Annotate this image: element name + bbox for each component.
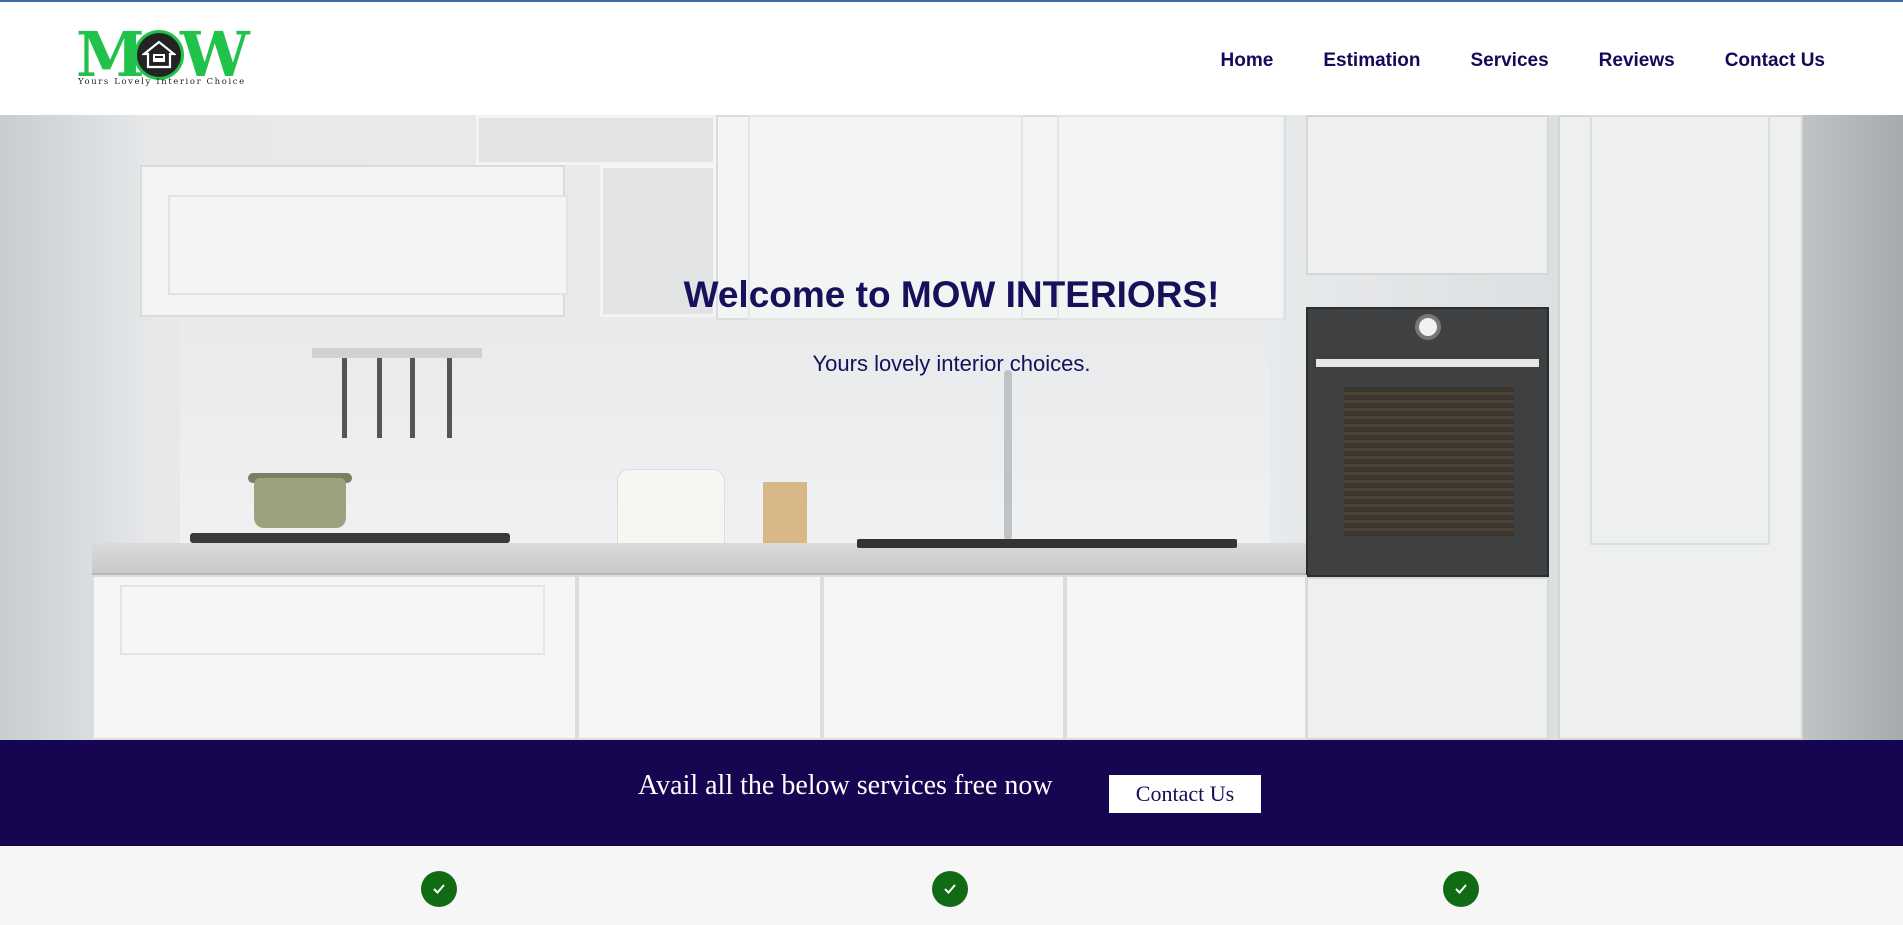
nav-reviews[interactable]: Reviews <box>1599 50 1675 72</box>
logo-letter-w: W <box>180 18 250 91</box>
cta-band: Avail all the below services free now Co… <box>0 740 1903 846</box>
cta-text: Avail all the below services free now <box>638 770 1053 801</box>
check-icon <box>1443 871 1479 907</box>
main-nav: Home Estimation Services Reviews Contact… <box>1221 50 1825 72</box>
site-header: M W Yours Lovely Interior Choice Home Es… <box>0 2 1903 115</box>
nav-estimation[interactable]: Estimation <box>1323 50 1420 72</box>
hero-subtitle: Yours lovely interior choices. <box>812 351 1091 376</box>
check-icon <box>421 871 457 907</box>
logo-tagline: Yours Lovely Interior Choice <box>78 77 246 87</box>
logo-letter-m: M <box>76 18 145 91</box>
mow-logo[interactable]: M W Yours Lovely Interior Choice <box>76 18 251 91</box>
house-icon <box>134 30 184 80</box>
check-icon <box>932 871 968 907</box>
nav-contact-us[interactable]: Contact Us <box>1725 50 1825 72</box>
hero-banner: Welcome to MOW INTERIORS! Yours lovely i… <box>0 115 1903 740</box>
nav-services[interactable]: Services <box>1470 50 1548 72</box>
contact-us-button[interactable]: Contact Us <box>1109 775 1261 813</box>
features-strip <box>0 846 1903 925</box>
hero-title: Welcome to MOW INTERIORS! <box>683 274 1220 315</box>
nav-home[interactable]: Home <box>1221 50 1274 72</box>
